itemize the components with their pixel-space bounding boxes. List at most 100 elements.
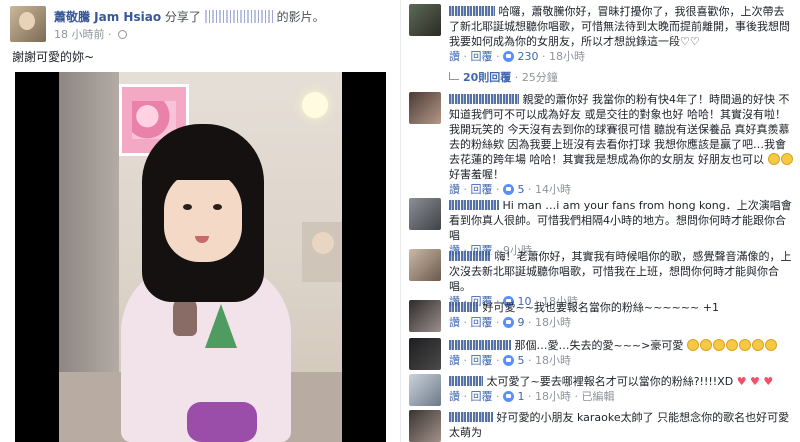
emoji-icon: [765, 339, 778, 351]
comment-text: 好可愛~~我也要報名當你的粉絲~~~~~~ +1: [482, 301, 719, 314]
replies-count-link[interactable]: 20則回覆: [463, 71, 511, 84]
like-icon: [503, 184, 514, 195]
commenter-avatar[interactable]: [409, 92, 441, 124]
heart-icon: ♥ ♥ ♥: [736, 375, 774, 388]
comment-actions: 讚 · 回覆 · 230 · 18小時: [449, 50, 585, 63]
emoji-icon: [726, 339, 739, 351]
comment-body: 那個…愛…失去的愛~~~>豪可愛 讚 · 回覆 · 5 · 18小時: [449, 338, 795, 368]
comment-text: 太可愛了~要去哪裡報名才可以當你的粉絲?!!!!XD: [486, 375, 734, 388]
commenter-avatar[interactable]: [409, 300, 441, 332]
shirt-toy: [173, 296, 197, 336]
like-icon: [503, 391, 514, 402]
shirt-tree: [205, 304, 237, 348]
emoji-icon: [700, 339, 713, 351]
post-time-link[interactable]: 18 小時前: [54, 28, 105, 41]
comment-text: Hi man …i am your fans from hong kong．上次…: [449, 199, 792, 242]
like-icon: [503, 51, 514, 62]
comment-body: 好可愛的小朋友 karaoke太帥了 只能想念你的歌名也好可愛 太萌为: [449, 410, 795, 440]
reply-link[interactable]: 回覆: [471, 316, 493, 329]
view-replies[interactable]: 20則回覆 · 25分鐘: [449, 69, 558, 85]
girl-eye-left: [183, 204, 192, 210]
post-header: 蕭敬騰 Jam Hsiao 分享了 的影片。 18 小時前 ·: [10, 6, 390, 42]
comment-body: 哈囉，蕭敬騰你好，冒昧打擾你了，我很喜歡你，上次帶去了新北耶誕城想聽你唱歌，可惜…: [449, 4, 795, 64]
commenter-name[interactable]: [449, 94, 519, 104]
post-meta: 18 小時前 ·: [54, 26, 127, 42]
globe-icon[interactable]: [118, 30, 127, 39]
avatar-face: [19, 12, 35, 30]
commenter-avatar[interactable]: [409, 198, 441, 230]
emoji-icon: [687, 339, 700, 351]
like-icon: [503, 355, 514, 366]
comment-actions: 讚 · 回覆 · 9 · 18小時: [449, 316, 571, 329]
like-link[interactable]: 讚: [449, 390, 460, 403]
commenter-name[interactable]: [449, 6, 495, 16]
video-shelf-toy: [312, 232, 334, 254]
commenter-name[interactable]: [449, 251, 491, 261]
reply-link[interactable]: 回覆: [471, 354, 493, 367]
comments-panel: 哈囉，蕭敬騰你好，冒昧打擾你了，我很喜歡你，上次帶去了新北耶誕城想聽你唱歌，可惜…: [400, 0, 800, 442]
comment-time[interactable]: 14小時: [535, 183, 571, 196]
like-count[interactable]: 230: [518, 50, 539, 63]
like-link[interactable]: 讚: [449, 354, 460, 367]
commenter-name[interactable]: [449, 340, 511, 350]
emoji-icon: [739, 339, 752, 351]
reply-link[interactable]: 回覆: [471, 183, 493, 196]
reply-arrow-icon: [449, 72, 459, 80]
emoji-icon: [768, 153, 780, 165]
video-frame: [59, 72, 342, 442]
shared-text: 分享了: [164, 10, 201, 24]
author-avatar[interactable]: [10, 6, 46, 42]
like-count[interactable]: 9: [518, 316, 525, 329]
like-link[interactable]: 讚: [449, 183, 460, 196]
replies-time: 25分鐘: [521, 71, 558, 84]
commenter-name[interactable]: [449, 200, 499, 210]
comment-text: 哈囉，蕭敬騰你好，冒昧打擾你了，我很喜歡你，上次帶去了新北耶誕城想聽你唱歌，可惜…: [449, 5, 790, 48]
commenter-avatar[interactable]: [409, 338, 441, 370]
video-door: [59, 72, 119, 372]
commenter-avatar[interactable]: [409, 410, 441, 442]
comment-body: 親愛的蕭你好 我當你的粉有快4年了！時間過的好快 不知道我們可不可以成為好友 或…: [449, 92, 795, 197]
video-lamp: [302, 92, 328, 118]
comment-text: 好可愛的小朋友 karaoke太帥了 只能想念你的歌名也好可愛 太萌为: [449, 411, 790, 439]
emoji-icon: [752, 339, 765, 351]
commenter-avatar[interactable]: [409, 249, 441, 281]
like-count[interactable]: 5: [518, 183, 525, 196]
comment-time[interactable]: 18小時: [549, 50, 585, 63]
meta-separator: ·: [108, 28, 112, 41]
comment-actions: 讚 · 回覆 · 5 · 14小時: [449, 183, 571, 196]
post-text: 謝謝可愛的妳~: [12, 50, 95, 64]
girl-face: [164, 170, 242, 262]
like-link[interactable]: 讚: [449, 316, 460, 329]
commenter-avatar[interactable]: [409, 374, 441, 406]
shared-suffix: 的影片。: [276, 10, 325, 24]
video-player[interactable]: [15, 72, 386, 442]
like-count[interactable]: 1: [518, 390, 525, 403]
comment-actions: 讚 · 回覆 · 1 · 18小時 · 已編輯: [449, 390, 615, 403]
like-count[interactable]: 5: [518, 354, 525, 367]
emoji-icon: [781, 153, 793, 165]
reply-link[interactable]: 回覆: [471, 50, 493, 63]
girl-eye-right: [213, 204, 222, 210]
reply-link[interactable]: 回覆: [471, 390, 493, 403]
emoji-icon: [713, 339, 726, 351]
comment-text-tail: 好害羞喔！: [449, 168, 504, 181]
redacted-name: [204, 10, 273, 23]
comment-time[interactable]: 18小時: [535, 316, 571, 329]
comment-text: 嗨！老蕭你好，其實我有時候唱你的歌，感覺聲音滿像的，上次沒去新北耶誕城聽你唱歌，…: [449, 250, 792, 293]
commenter-name[interactable]: [449, 412, 493, 422]
comment-body: 太可愛了~要去哪裡報名才可以當你的粉絲?!!!!XD ♥ ♥ ♥ 讚 · 回覆 …: [449, 374, 795, 404]
post-panel: 蕭敬騰 Jam Hsiao 分享了 的影片。 18 小時前 · 謝謝可愛的妳~: [0, 0, 400, 442]
comment-time[interactable]: 18小時: [535, 354, 571, 367]
commenter-name[interactable]: [449, 376, 483, 386]
edited-label[interactable]: 已編輯: [582, 390, 615, 403]
like-icon: [503, 317, 514, 328]
like-link[interactable]: 讚: [449, 50, 460, 63]
post-title-line: 蕭敬騰 Jam Hsiao 分享了 的影片。: [54, 8, 325, 25]
commenter-avatar[interactable]: [409, 4, 441, 36]
commenter-name[interactable]: [449, 302, 479, 312]
comment-text: 那個…愛…失去的愛~~~>豪可愛: [514, 339, 684, 352]
purple-object: [187, 402, 257, 442]
comment-time[interactable]: 18小時: [535, 390, 571, 403]
author-name-link[interactable]: 蕭敬騰 Jam Hsiao: [54, 10, 161, 24]
comment-body: 好可愛~~我也要報名當你的粉絲~~~~~~ +1 讚 · 回覆 · 9 · 18…: [449, 300, 795, 330]
